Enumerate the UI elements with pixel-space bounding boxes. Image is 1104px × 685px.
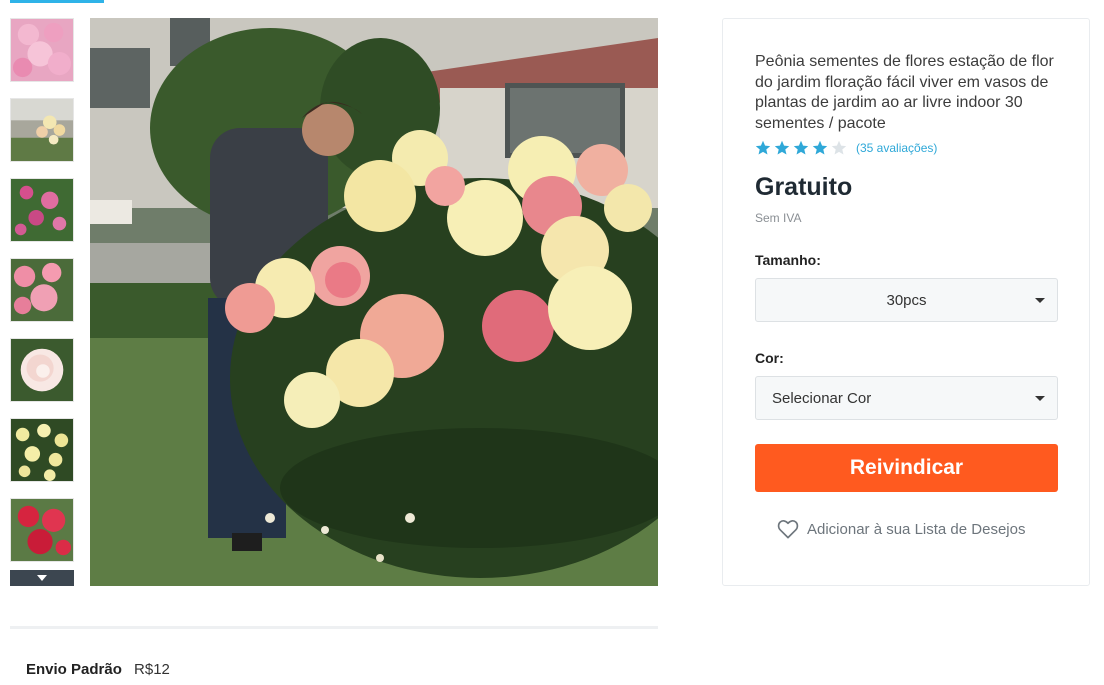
color-label: Cor: bbox=[755, 350, 784, 366]
size-label: Tamanho: bbox=[755, 252, 821, 268]
wishlist-label: Adicionar à sua Lista de Desejos bbox=[807, 520, 1026, 538]
star-empty-icon bbox=[831, 140, 847, 155]
color-select[interactable]: Selecionar Cor bbox=[755, 376, 1058, 420]
caret-down-icon bbox=[1035, 396, 1045, 401]
tax-note: Sem IVA bbox=[755, 211, 802, 225]
shipping-label: Envio Padrão bbox=[26, 661, 122, 678]
product-price: Gratuito bbox=[755, 173, 853, 201]
chevron-down-icon bbox=[37, 575, 47, 581]
claim-button[interactable]: Reivindicar bbox=[755, 444, 1058, 492]
reviews-link[interactable]: (35 avaliações) bbox=[856, 141, 937, 155]
product-panel: Peônia sementes de flores estação de flo… bbox=[722, 18, 1090, 586]
shipping-price: R$12 bbox=[134, 661, 170, 678]
thumbnail-pink-peony-garden[interactable] bbox=[10, 178, 74, 242]
add-to-wishlist-link[interactable]: Adicionar à sua Lista de Desejos bbox=[777, 519, 1025, 539]
active-tab-indicator bbox=[10, 0, 104, 3]
color-select-value: Selecionar Cor bbox=[772, 389, 872, 407]
thumbnail-red-peony[interactable] bbox=[10, 498, 74, 562]
caret-down-icon bbox=[1035, 298, 1045, 303]
thumbnail-scroll-down-button[interactable] bbox=[10, 570, 74, 586]
thumbnail-yellow-peony-bush[interactable] bbox=[10, 418, 74, 482]
size-select[interactable]: 30pcs bbox=[755, 278, 1058, 322]
size-select-value: 30pcs bbox=[886, 291, 927, 309]
product-title: Peônia sementes de flores estação de flo… bbox=[755, 53, 1054, 132]
shipping-info: Envio Padrão R$12 bbox=[26, 661, 170, 678]
star-filled-icon bbox=[793, 140, 809, 155]
thumbnail-pink-peony-cluster[interactable] bbox=[10, 18, 74, 82]
thumbnail-list bbox=[10, 18, 74, 586]
thumbnail-white-peony[interactable] bbox=[10, 338, 74, 402]
section-divider bbox=[10, 626, 658, 629]
thumbnail-cream-peony-bush[interactable] bbox=[10, 98, 74, 162]
star-filled-icon bbox=[774, 140, 790, 155]
thumbnail-pink-peony-bloom[interactable] bbox=[10, 258, 74, 322]
main-product-image[interactable] bbox=[90, 18, 658, 586]
star-filled-icon bbox=[755, 140, 771, 155]
rating: (35 avaliações) bbox=[755, 140, 937, 156]
heart-icon bbox=[777, 520, 799, 539]
star-filled-icon bbox=[812, 140, 828, 155]
